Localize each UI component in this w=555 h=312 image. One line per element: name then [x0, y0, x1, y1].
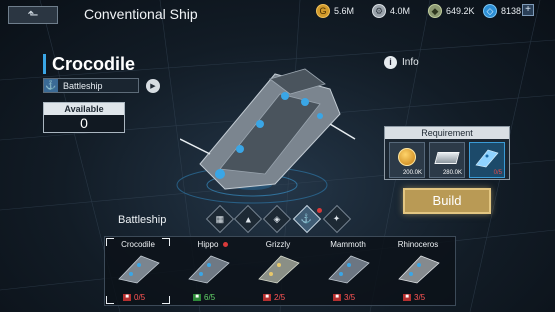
ship-card-count: ■ 0/5: [123, 293, 145, 302]
info-button-label[interactable]: Info: [402, 57, 419, 68]
carrier-tab-icon: ✦: [333, 213, 341, 224]
resource-gold-value: 5.6M: [334, 6, 355, 16]
rhinoceros-ship-icon: [398, 255, 440, 284]
requirement-metal-qty: 280.0K: [442, 170, 462, 176]
resource-gold: G 5.6M: [316, 3, 354, 19]
ship-card-name: Hippo: [197, 240, 219, 249]
gem-icon: ◇: [483, 4, 497, 18]
ship-card-crocodile[interactable]: Crocodile ■ 0/5: [105, 237, 171, 305]
resource-metal-value: 4.0M: [390, 6, 411, 16]
tab-frigate[interactable]: ▦: [205, 204, 235, 234]
crocodile-ship-icon: [118, 255, 160, 284]
gold-coin-icon: G: [316, 4, 330, 18]
requirement-blueprint[interactable]: 0/5: [469, 142, 505, 178]
tab-destroyer[interactable]: ▲: [233, 204, 263, 234]
ship-card-grizzly[interactable]: Grizzly ■ 2/5: [245, 237, 311, 305]
ship-card-name: Mammoth: [330, 240, 366, 249]
requirement-title: Requirement: [385, 127, 509, 139]
battleship-class-icon: ⚓: [44, 79, 58, 92]
crystal-icon: ◆: [428, 4, 442, 18]
frigate-tab-icon: ▦: [215, 213, 225, 224]
selection-corner: [106, 296, 114, 304]
requirement-gold-qty: 200.0K: [402, 170, 422, 176]
preview-play-button[interactable]: ▶: [146, 79, 160, 93]
play-icon: ▶: [150, 83, 156, 90]
grizzly-ship-icon: [258, 255, 300, 284]
cruiser-tab-icon: ◈: [273, 213, 281, 224]
blueprint-ship-icon: [475, 149, 499, 168]
tab-cruiser[interactable]: ◈: [262, 204, 292, 234]
available-label: Available: [44, 103, 124, 115]
selection-corner: [162, 296, 170, 304]
ship-card-count: ■ 2/5: [263, 293, 285, 302]
blueprint-count-icon: ■: [123, 294, 131, 301]
ship-card-count: ■ 3/5: [403, 293, 425, 302]
ship-card-count-value: 3/5: [344, 293, 356, 302]
gold-coin-icon: [398, 148, 416, 166]
blueprint-count-icon: ■: [403, 294, 411, 301]
tab-carrier[interactable]: ✦: [322, 204, 352, 234]
info-icon[interactable]: i: [384, 56, 397, 69]
ship-card-count: ■ 6/5: [193, 293, 215, 302]
resource-metal: ⚙ 4.0M: [372, 3, 410, 19]
mammoth-ship-icon: [328, 255, 370, 284]
category-title: Battleship: [118, 214, 167, 226]
ship-class-label: Battleship: [63, 80, 103, 91]
requirement-panel: Requirement 200.0K 280.0K 0/5: [384, 126, 510, 180]
back-button[interactable]: ⬑: [8, 6, 58, 24]
requirement-metal[interactable]: 280.0K: [429, 142, 465, 178]
ship-card-name: Crocodile: [121, 240, 155, 249]
ship-card-mammoth[interactable]: Mammoth ■ 3/5: [315, 237, 381, 305]
build-button[interactable]: Build: [403, 188, 491, 214]
blueprint-count-icon: ■: [263, 294, 271, 301]
metal-icon: ⚙: [372, 4, 386, 18]
page-title: Conventional Ship: [84, 6, 198, 22]
ship-card-name: Grizzly: [265, 240, 291, 249]
ship-card-name: Rhinoceros: [397, 240, 439, 249]
tab-alert-dot: [317, 208, 322, 213]
ship-card-count-value: 3/5: [414, 293, 426, 302]
ship-card-count: ■ 3/5: [333, 293, 355, 302]
requirement-gold[interactable]: 200.0K: [389, 142, 425, 178]
resource-crystal-value: 649.2K: [446, 6, 475, 16]
ship-card-rhinoceros[interactable]: Rhinoceros ■ 3/5: [385, 237, 451, 305]
back-arrow-icon: ⬑: [27, 7, 39, 22]
ship-card-count-value: 2/5: [274, 293, 286, 302]
hippo-ship-icon: [188, 255, 230, 284]
hippo-alert-dot: [223, 242, 228, 247]
resource-crystal: ◆ 649.2K: [428, 3, 475, 19]
destroyer-tab-icon: ▲: [243, 213, 253, 224]
ship-card-count-value: 0/5: [134, 293, 146, 302]
resource-gem-value: 8138: [501, 6, 522, 16]
ship-card-count-value: 6/5: [204, 293, 216, 302]
available-box: Available 0: [43, 102, 125, 133]
add-gems-button[interactable]: +: [522, 4, 534, 16]
ship-name: Crocodile: [43, 54, 135, 74]
ship-class-box: ⚓ Battleship: [43, 78, 139, 93]
main-ship-image: [180, 68, 356, 190]
ship-list: Crocodile ■ 0/5 Hippo ■ 6/5 Grizzly ■ 2/5 M…: [104, 236, 456, 306]
requirement-blueprint-qty: 0/5: [493, 170, 502, 176]
battleship-tab-icon: ⚓: [301, 213, 313, 224]
metal-ingot-icon: [434, 152, 460, 164]
resource-gem: ◇ 8138: [483, 3, 521, 19]
available-value: 0: [44, 115, 124, 132]
blueprint-count-icon: ■: [193, 294, 201, 301]
ship-card-hippo[interactable]: Hippo ■ 6/5: [175, 237, 241, 305]
blueprint-count-icon: ■: [333, 294, 341, 301]
